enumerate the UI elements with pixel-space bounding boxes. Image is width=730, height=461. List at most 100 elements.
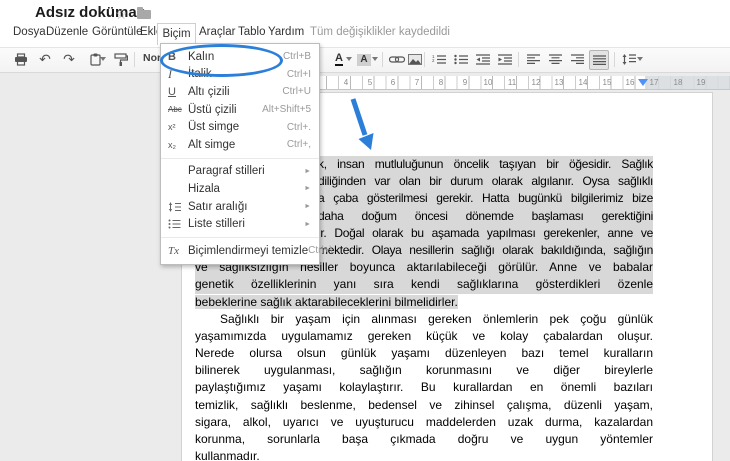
doc-text-line: yaşamımızda uygulamamız gereken küçük ve… <box>195 328 653 343</box>
menu-item-italic[interactable]: I İtalik Ctrl+I <box>161 66 319 84</box>
ruler-number: 16 <box>625 78 635 87</box>
format-menu-dropdown: B Kalın Ctrl+B I İtalik Ctrl+I U Altı çi… <box>160 43 332 265</box>
toolbar-separator <box>382 52 383 67</box>
toolbar-separator <box>614 52 615 67</box>
doc-text-line: Nerede olursa olsun günlük yaşamı düzenl… <box>195 346 653 361</box>
folder-icon[interactable] <box>137 7 151 19</box>
doc-text-line: diliğinden var olan bir durum olarak alg… <box>318 173 653 191</box>
doc-text-line: temizlik, sağlıklı beslenme, bedensel ve… <box>195 397 653 412</box>
text-color-caret[interactable] <box>346 57 352 61</box>
doc-text-line: genetik özelliklerinin yanı sıra kendi s… <box>195 276 653 294</box>
menu-item-clear-formatting[interactable]: Tx Biçimlendirmeyi temizle Ctrl+\ <box>161 242 332 260</box>
ruler-number: 4 <box>343 78 349 87</box>
strikethrough-icon: Abc <box>168 105 182 115</box>
bold-icon: B <box>168 50 176 63</box>
menu-item-superscript[interactable]: x² Üst simge Ctrl+. <box>161 118 319 136</box>
menu-duzenle[interactable]: Düzenle <box>46 26 88 38</box>
doc-text-line: paylaştığımız yaşamı kolaylaştırır. Bu k… <box>195 380 653 395</box>
superscript-icon: x² <box>168 122 176 133</box>
submenu-arrow-icon: ► <box>304 220 311 228</box>
insert-image-icon[interactable] <box>406 51 424 68</box>
doc-text-line: korunma, sorunlarla başa çıkmada doğru v… <box>195 432 653 446</box>
submenu-arrow-icon: ► <box>304 167 311 175</box>
right-indent-marker[interactable] <box>638 79 648 86</box>
menu-separator <box>161 157 319 159</box>
google-docs-window: Adsız doküman ☆ Dosya Düzenle Görüntüle … <box>0 0 730 461</box>
menu-dosya[interactable]: Dosya <box>13 26 46 38</box>
highlight-color-icon[interactable]: A <box>355 51 373 68</box>
doc-text-line: Sağlıklı bir yaşam için alınması gereken… <box>220 311 653 326</box>
toolbar-separator <box>424 52 425 67</box>
ruler-number: 7 <box>414 78 420 87</box>
print-icon[interactable] <box>12 51 30 68</box>
clear-formatting-icon: Tx <box>168 244 179 257</box>
list-styles-icon <box>161 219 188 229</box>
menu-item-bold[interactable]: B Kalın Ctrl+B <box>161 48 319 66</box>
menu-bicim-active[interactable]: Biçim <box>157 23 196 45</box>
bulleted-list-icon[interactable] <box>452 51 470 68</box>
italic-icon: I <box>168 66 172 81</box>
align-center-icon[interactable] <box>546 51 564 68</box>
menu-yardim[interactable]: Yardım <box>268 26 304 38</box>
align-justify-icon[interactable] <box>589 50 609 70</box>
underline-icon: U <box>168 85 176 98</box>
numbered-list-icon[interactable]: 12 <box>430 51 448 68</box>
ruler-number: 12 <box>531 78 541 87</box>
ruler-number: 14 <box>578 78 588 87</box>
menu-item-list-styles[interactable]: Liste stilleri ► <box>161 215 319 233</box>
doc-text-line: mektedir. Olaya nesillerin sağlığı olara… <box>318 241 653 260</box>
paste-dropdown-caret[interactable] <box>100 57 106 61</box>
line-spacing-icon <box>161 202 188 212</box>
doc-text-line: bebeklerine sağlık aktarabileceklerini b… <box>195 294 458 309</box>
ruler-number: 8 <box>438 78 444 87</box>
ruler-number: 15 <box>602 78 612 87</box>
toolbar-separator <box>134 52 135 67</box>
doc-text-line: kullanmadır. <box>195 449 260 461</box>
decrease-indent-icon[interactable] <box>474 51 492 68</box>
header: Adsız doküman ☆ Dosya Düzenle Görüntüle … <box>0 0 730 47</box>
ruler-number: 19 <box>696 78 706 87</box>
doc-text-line: k, insan mutluluğunun öncelik taşıyan bi… <box>318 156 653 174</box>
subscript-icon: x₂ <box>168 139 176 150</box>
submenu-arrow-icon: ► <box>304 185 311 193</box>
doc-text-line: daha doğum öncesi dönemde başlaması gere… <box>318 207 653 225</box>
ruler-number: 9 <box>462 78 468 87</box>
menu-tablo[interactable]: Tablo <box>238 26 266 38</box>
insert-link-icon[interactable] <box>388 51 406 68</box>
highlight-color-caret[interactable] <box>372 57 378 61</box>
ruler-number: 5 <box>367 78 373 87</box>
star-icon[interactable]: ☆ <box>115 6 128 23</box>
menu-item-subscript[interactable]: x₂ Alt simge Ctrl+, <box>161 136 319 154</box>
undo-icon[interactable]: ↶ <box>36 51 54 68</box>
doc-text-line: ir. Doğal olarak bu aşamada yapılması ge… <box>318 224 653 242</box>
doc-text-line: bilinerek uygulanması, sağlığın korunmas… <box>195 363 653 378</box>
align-left-icon[interactable] <box>524 51 542 68</box>
svg-text:2: 2 <box>432 58 435 63</box>
ruler-number: 18 <box>673 78 683 87</box>
doc-text-line: sigara, alkol, uyarıcı ve uyuşturucu mad… <box>195 414 653 429</box>
redo-icon[interactable]: ↷ <box>60 51 78 68</box>
doc-text-line: a çaba gösterilmesi gerekir. Hatta bugün… <box>318 190 653 208</box>
line-spacing-caret[interactable] <box>637 57 643 61</box>
toolbar-separator <box>518 52 519 67</box>
menu-araclar[interactable]: Araçlar <box>199 26 235 38</box>
ruler-number: 13 <box>554 78 564 87</box>
save-status: Tüm değişiklikler kaydedildi <box>310 26 450 38</box>
document-title[interactable]: Adsız doküman <box>35 4 146 21</box>
menu-separator <box>161 236 319 238</box>
line-spacing-icon[interactable] <box>620 51 638 68</box>
ruler-number: 17 <box>649 78 659 87</box>
menu-item-strikethrough[interactable]: Abc Üstü çizili Alt+Shift+5 <box>161 101 319 119</box>
menu-item-line-spacing[interactable]: Satır aralığı ► <box>161 198 319 216</box>
menu-item-underline[interactable]: U Altı çizili Ctrl+U <box>161 83 319 101</box>
toolbar: ↶ ↷ Normal m... A A 12 <box>0 47 730 73</box>
increase-indent-icon[interactable] <box>496 51 514 68</box>
submenu-arrow-icon: ► <box>304 203 311 211</box>
ruler-number: 11 <box>507 78 517 87</box>
menu-item-paragraph-styles[interactable]: Paragraf stilleri ► <box>161 163 319 181</box>
menu-goruntule[interactable]: Görüntüle <box>92 26 143 38</box>
ruler-number: 6 <box>390 78 396 87</box>
paint-format-icon[interactable] <box>112 51 130 68</box>
menu-item-align[interactable]: Hizala ► <box>161 180 319 198</box>
align-right-icon[interactable] <box>568 51 586 68</box>
